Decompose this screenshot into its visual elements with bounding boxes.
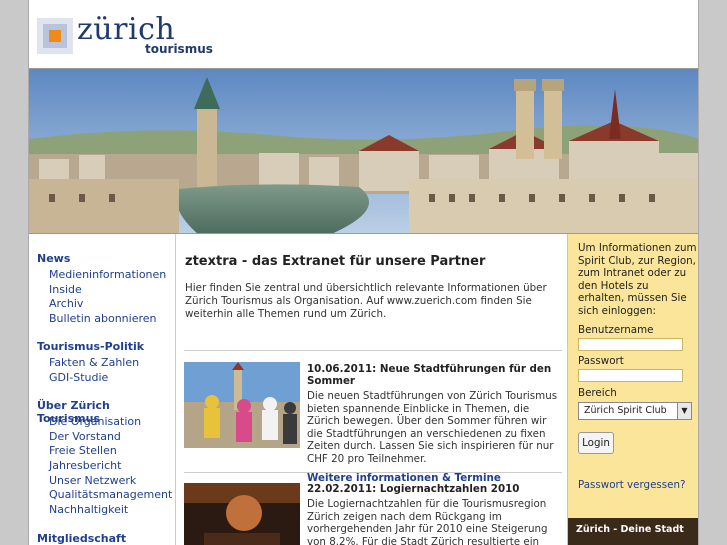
page-container: zürich tourismus News Medieninformatione… — [28, 0, 699, 545]
nav-link-jahresbericht[interactable]: Jahresbericht — [37, 459, 175, 474]
nav-link-gdi-studie[interactable]: GDI-Studie — [37, 371, 144, 386]
area-label: Bereich — [578, 387, 617, 399]
nav-section-mitgliedschaft: Mitgliedschaft — [37, 532, 126, 545]
news-body: Die neuen Stadtführungen von Zürich Tour… — [307, 390, 558, 465]
nav-link-archiv[interactable]: Archiv — [37, 297, 166, 312]
nav-link-freie-stellen[interactable]: Freie Stellen — [37, 444, 175, 459]
logo[interactable]: zürich tourismus — [37, 12, 217, 58]
nav-section-ueber: Über Zürich Tourismus Die Organisation D… — [37, 399, 175, 518]
left-navigation: News Medieninformationen Inside Archiv B… — [29, 234, 176, 545]
news-thumbnail-image[interactable] — [184, 483, 300, 545]
chevron-down-icon[interactable]: ▼ — [677, 403, 691, 419]
city-banner-image — [29, 68, 698, 234]
login-button[interactable]: Login — [578, 432, 614, 454]
logo-mark-icon — [37, 18, 73, 54]
news-item: 10.06.2011: Neue Stadtführungen für den … — [184, 350, 562, 484]
nav-section-tourismus-politik: Tourismus-Politik Fakten & Zahlen GDI-St… — [37, 340, 144, 385]
news-date-title[interactable]: 10.06.2011: Neue Stadtführungen für den … — [307, 363, 562, 387]
nav-link-nachhaltigkeit[interactable]: Nachhaltigkeit — [37, 503, 175, 518]
news-date-title[interactable]: 22.02.2011: Logiernachtzahlen 2010 — [307, 483, 562, 495]
news-thumbnail-image[interactable] — [184, 362, 300, 448]
intro-text: Hier finden Sie zentral und übersichtlic… — [185, 282, 547, 320]
city-teaser[interactable]: Zürich - Deine Stadt — [568, 518, 698, 545]
area-select-value: Zürich Spirit Club — [584, 405, 667, 416]
news-text: 22.02.2011: Logiernachtzahlen 2010 Die L… — [307, 483, 562, 545]
nav-link-bulletin[interactable]: Bulletin abonnieren — [37, 312, 166, 327]
nav-link-vorstand[interactable]: Der Vorstand — [37, 430, 175, 445]
nav-heading-tourismus-politik[interactable]: Tourismus-Politik — [37, 340, 144, 356]
nav-link-medieninformationen[interactable]: Medieninformationen — [37, 268, 166, 283]
nav-link-organisation[interactable]: Die Organisation — [37, 415, 175, 430]
nav-link-fakten-zahlen[interactable]: Fakten & Zahlen — [37, 356, 144, 371]
main-content: ztextra - das Extranet für unsere Partne… — [176, 234, 567, 545]
city-teaser-label: Zürich - Deine Stadt — [576, 524, 684, 535]
nav-link-inside[interactable]: Inside — [37, 283, 166, 298]
username-label: Benutzername — [578, 324, 654, 336]
password-label: Passwort — [578, 355, 624, 367]
news-item: 22.02.2011: Logiernachtzahlen 2010 Die L… — [184, 472, 562, 545]
logo-word-tourismus: tourismus — [145, 42, 213, 56]
password-field[interactable] — [578, 369, 683, 382]
header: zürich tourismus — [29, 0, 698, 68]
login-panel: Um Informationen zum Spirit Club, zur Re… — [567, 234, 698, 545]
forgot-password-link[interactable]: Passwort vergessen? — [578, 479, 685, 491]
nav-section-news: News Medieninformationen Inside Archiv B… — [37, 252, 166, 327]
nav-heading-ueber[interactable]: Über Zürich Tourismus — [37, 399, 175, 425]
login-info-text: Um Informationen zum Spirit Club, zur Re… — [578, 242, 697, 317]
username-field[interactable] — [578, 338, 683, 351]
area-select[interactable]: Zürich Spirit Club ▼ — [578, 402, 692, 420]
nav-heading-mitgliedschaft[interactable]: Mitgliedschaft — [37, 532, 126, 545]
news-body: Die Logiernachtzahlen für die Tourismusr… — [307, 498, 548, 545]
news-text: 10.06.2011: Neue Stadtführungen für den … — [307, 363, 562, 484]
nav-link-netzwerk[interactable]: Unser Netzwerk — [37, 474, 175, 489]
page-title: ztextra - das Extranet für unsere Partne… — [185, 254, 486, 269]
nav-heading-news[interactable]: News — [37, 252, 166, 268]
nav-link-qualitaetsmanagement[interactable]: Qualitätsmanagement — [37, 488, 175, 503]
